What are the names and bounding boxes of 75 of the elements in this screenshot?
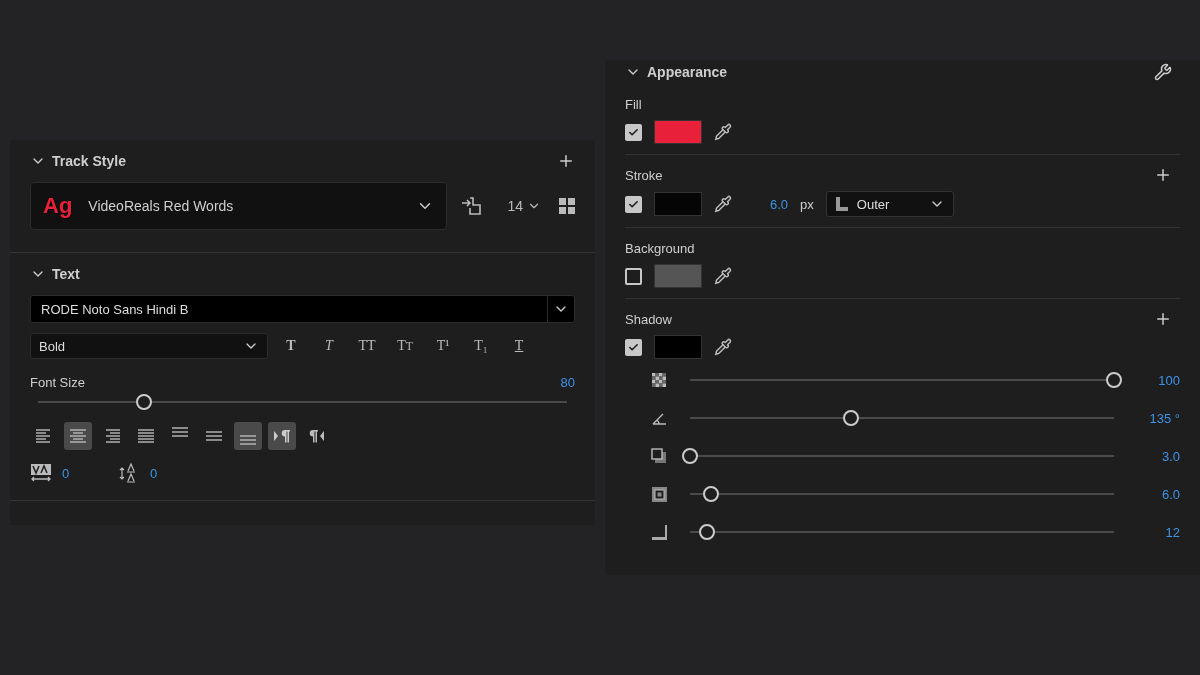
wrench-icon[interactable] (1154, 63, 1172, 81)
stroke-label: Stroke (625, 167, 663, 183)
checkbox[interactable] (625, 338, 642, 356)
color-swatch[interactable] (654, 335, 702, 359)
stroke-position-dropdown[interactable]: Outer (825, 191, 954, 217)
text-style-button[interactable]: TT (390, 338, 420, 354)
stroke-width-value[interactable]: 6.0 (770, 196, 789, 212)
color-swatch[interactable] (654, 264, 702, 288)
slider-value[interactable]: 6.0 (1122, 486, 1180, 502)
background-label: Background (625, 240, 695, 256)
section-title: Text (52, 266, 81, 282)
size-icon (651, 485, 668, 503)
align-left-icon (35, 427, 53, 445)
opacity-icon (651, 371, 668, 389)
blur-icon (651, 523, 668, 541)
align-button[interactable] (268, 422, 296, 450)
check-icon (628, 126, 639, 138)
unit-label: px (800, 196, 814, 212)
weight-dropdown[interactable]: Bold (30, 333, 268, 359)
align-justify-icon (137, 427, 155, 445)
eyedropper-icon[interactable] (714, 338, 732, 356)
plus-icon[interactable] (1154, 310, 1172, 328)
tracking-icon (30, 463, 52, 483)
style-dropdown[interactable]: Ag VideoReals Red Words (30, 182, 448, 230)
slider-value[interactable]: 100 (1122, 372, 1180, 388)
plus-icon[interactable] (1154, 166, 1172, 184)
align-bottom-icon (239, 435, 257, 445)
align-middle-icon (205, 431, 223, 441)
eyedropper-icon[interactable] (714, 195, 732, 213)
check-icon (628, 341, 639, 353)
count-dropdown[interactable]: 14 (507, 198, 541, 214)
align-right-icon (103, 427, 121, 445)
leading-value[interactable]: 0 (150, 465, 158, 481)
slider-thumb[interactable] (1106, 372, 1122, 388)
corner-icon (834, 196, 849, 212)
slider-thumb[interactable] (682, 448, 698, 464)
section-title: Appearance (647, 64, 729, 80)
text-style-button[interactable]: T¹ (428, 338, 458, 354)
checkbox[interactable] (625, 123, 642, 141)
slider-value[interactable]: 135 ° (1122, 410, 1180, 426)
color-swatch[interactable] (654, 192, 702, 216)
check-icon (628, 198, 639, 210)
slider-thumb[interactable] (703, 486, 720, 502)
align-center-icon (69, 427, 87, 445)
align-ltr-icon (273, 427, 291, 445)
section-title: Track Style (52, 153, 127, 169)
color-swatch[interactable] (654, 120, 702, 144)
text-style-button[interactable]: T₁ (466, 338, 496, 354)
checkbox[interactable] (625, 267, 642, 285)
plus-icon[interactable] (557, 152, 575, 170)
slider-value[interactable]: 12 (1122, 524, 1180, 540)
checkbox[interactable] (625, 195, 642, 213)
align-top-icon (171, 427, 189, 437)
grid-icon[interactable] (559, 198, 575, 214)
shadow-label: Shadow (625, 311, 672, 327)
slider-thumb[interactable] (135, 394, 152, 410)
style-preview: Ag (43, 193, 73, 219)
tracking-value[interactable]: 0 (62, 465, 108, 481)
text-style-button[interactable]: TT (352, 338, 382, 354)
text-style-button[interactable]: T (276, 338, 306, 354)
font-dropdown[interactable]: RODE Noto Sans Hindi B (30, 295, 575, 323)
import-icon[interactable] (461, 196, 484, 216)
text-style-button[interactable]: T (504, 338, 534, 354)
font-size-label: Font Size (30, 375, 85, 390)
eyedropper-icon[interactable] (714, 267, 732, 285)
style-name: VideoReals Red Words (88, 198, 235, 214)
slider-thumb[interactable] (843, 410, 860, 426)
align-rtl-icon (307, 427, 325, 445)
font-size-value[interactable]: 80 (560, 375, 575, 390)
distance-icon (651, 447, 668, 465)
eyedropper-icon[interactable] (714, 123, 732, 141)
text-style-button[interactable]: T (314, 338, 344, 354)
slider-value[interactable]: 3.0 (1122, 448, 1180, 464)
slider-thumb[interactable] (698, 524, 715, 540)
fill-label: Fill (625, 96, 642, 112)
